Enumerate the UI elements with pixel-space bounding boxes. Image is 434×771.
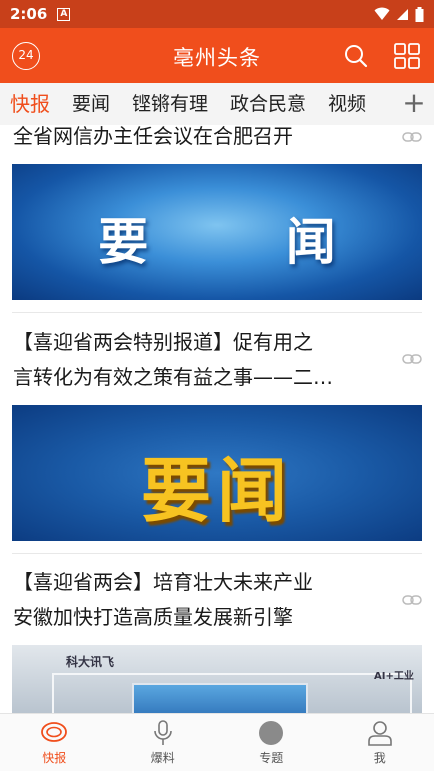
search-icon[interactable] — [344, 44, 368, 68]
news-image[interactable]: 要闻 — [12, 405, 422, 541]
news-feed: 全省网信办主任会议在合肥召开 要 闻 【喜迎省两会特别报道】促有用之 言转化为有… — [0, 125, 434, 713]
title-line: 安徽加快打造高质量发展新引擎 — [13, 605, 293, 629]
link-icon — [402, 595, 422, 605]
banner-tag: AI+工业 — [374, 671, 414, 682]
nav-me[interactable]: 我 — [326, 714, 434, 771]
nav-label: 快报 — [42, 751, 67, 765]
signal-icon — [397, 8, 408, 20]
status-bar: 2:06 A — [0, 0, 434, 28]
title-line: 【喜迎省两会特别报道】促有用之 — [13, 330, 313, 354]
nav-label: 我 — [373, 751, 386, 765]
nav-label: 专题 — [259, 751, 284, 765]
link-icon — [402, 132, 422, 142]
tab-yaowen[interactable]: 要闻 — [61, 83, 121, 125]
nav-kuaibao[interactable]: 快报 — [0, 714, 109, 771]
news-item-title[interactable]: 【喜迎省两会特别报道】促有用之 言转化为有效之策有益之事——二… — [13, 325, 393, 395]
banner-text: 要 闻 — [98, 212, 396, 271]
divider — [12, 312, 422, 313]
grid-menu-icon[interactable] — [394, 43, 420, 69]
topic-circle-icon — [259, 721, 284, 745]
news-bubble-icon — [41, 722, 68, 742]
notification-icon: A — [57, 7, 71, 21]
display-screen — [132, 683, 308, 713]
user-icon — [367, 721, 392, 746]
channel-tabs: 快报 要闻 铿锵有理 政合民意 视频 + — [0, 83, 434, 125]
app-title: 亳州头条 — [173, 46, 261, 70]
bottom-nav: 快报 爆料 专题 我 — [0, 713, 434, 771]
news-image[interactable]: 科大讯飞 AI+工业 — [12, 645, 422, 713]
divider — [12, 553, 422, 554]
tab-kengqiang[interactable]: 铿锵有理 — [121, 83, 219, 125]
tab-kuaibao[interactable]: 快报 — [0, 83, 61, 125]
status-time: 2:06 — [10, 5, 48, 23]
news-item-title[interactable]: 全省网信办主任会议在合肥召开 — [13, 125, 393, 154]
banner-logo: 科大讯飞 — [66, 655, 115, 669]
news-item-title[interactable]: 【喜迎省两会】培育壮大未来产业 安徽加快打造高质量发展新引擎 — [13, 565, 393, 635]
nav-baoliao[interactable]: 爆料 — [109, 714, 218, 771]
title-line: 【喜迎省两会】培育壮大未来产业 — [13, 570, 313, 594]
link-icon — [402, 354, 422, 364]
title-line: 言转化为有效之策有益之事——二… — [13, 365, 333, 389]
tab-shipin[interactable]: 视频 — [317, 83, 377, 125]
news-image[interactable]: 要 闻 — [12, 164, 422, 300]
wifi-icon — [374, 7, 390, 20]
nav-zhuanti[interactable]: 专题 — [217, 714, 326, 771]
nav-label: 爆料 — [150, 751, 175, 765]
app-header: 24 亳州头条 — [0, 28, 434, 83]
battery-icon — [415, 6, 424, 22]
add-channel-button[interactable]: + — [394, 83, 434, 125]
banner-text: 要闻 — [141, 450, 293, 532]
tab-zhenghe[interactable]: 政合民意 — [219, 83, 317, 125]
microphone-icon — [153, 720, 172, 745]
